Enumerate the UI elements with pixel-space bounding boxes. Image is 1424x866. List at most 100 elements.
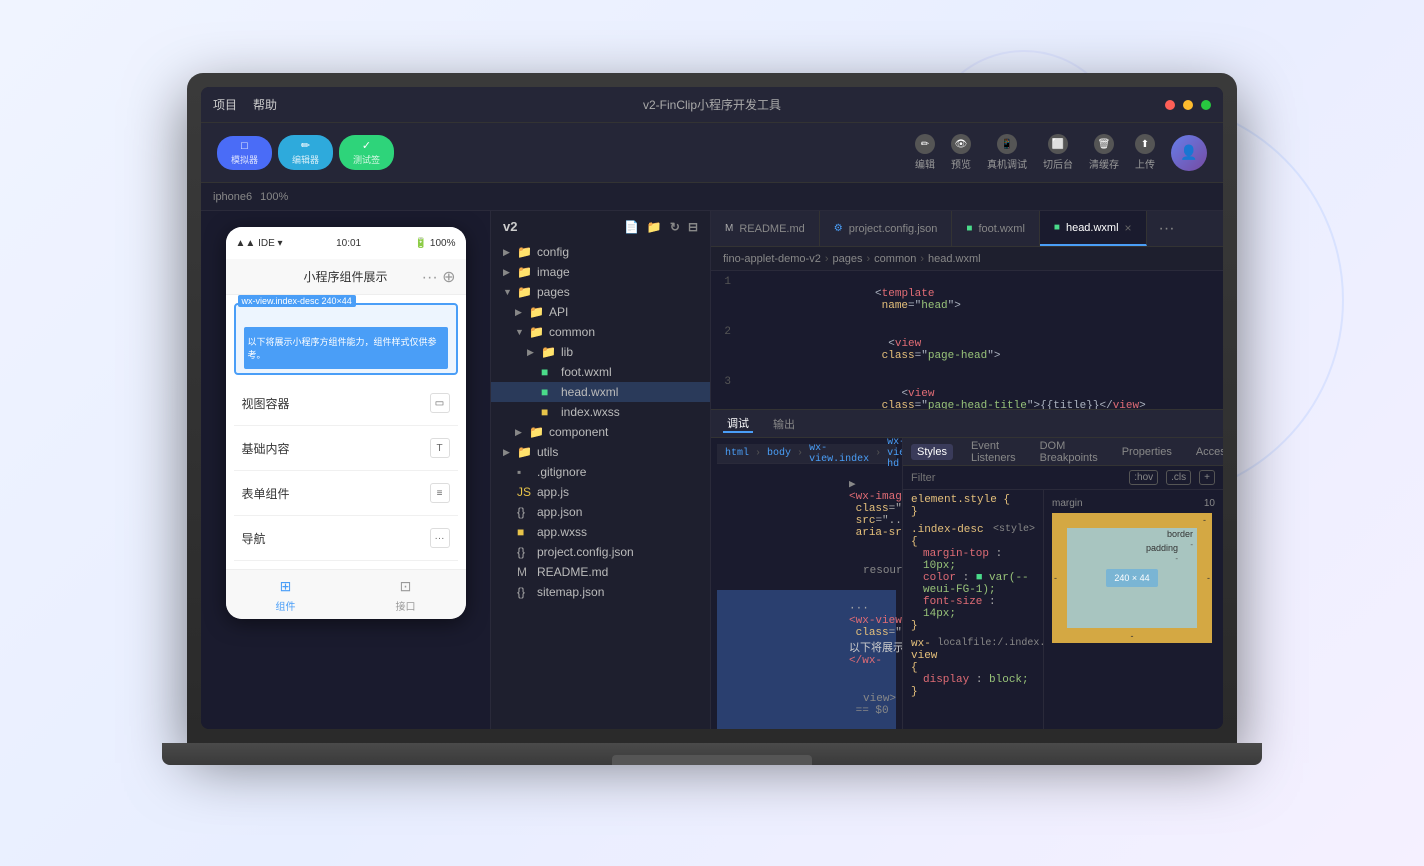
maximize-button[interactable]: [1201, 100, 1211, 110]
content-dimensions: 240 × 44: [1114, 573, 1149, 583]
index-desc-rule: .index-desc { <style> margin-top : 10px;: [911, 524, 1035, 632]
list-item-form: 表单组件 ≡: [234, 471, 458, 516]
main-content: ▲▲ IDE ▾ 10:01 🔋 100% 小程序组件展示 ··· ⊕: [201, 211, 1223, 729]
file-name-head-wxml: head.wxml: [561, 385, 618, 399]
menu-item-help[interactable]: 帮助: [253, 96, 277, 113]
filter-hov-badge[interactable]: :hov: [1129, 470, 1158, 485]
phone-tab-api[interactable]: ⊡ 接口: [396, 576, 416, 613]
list-item-icon-form: ≡: [430, 483, 450, 503]
folder-icon-pages: 📁: [517, 285, 533, 299]
dev-tab-output[interactable]: 输出: [769, 416, 799, 432]
minimize-button[interactable]: [1183, 100, 1193, 110]
tree-file-head-wxml[interactable]: ■ head.wxml: [491, 382, 710, 402]
file-icon-app-wxss: ■: [517, 525, 533, 539]
edit-action[interactable]: ✏ 编辑: [915, 134, 935, 171]
close-button[interactable]: [1165, 100, 1175, 110]
box-model-panel: margin 10 - - - -: [1043, 490, 1223, 729]
phone-tab-component[interactable]: ⊞ 组件: [276, 576, 296, 613]
user-avatar[interactable]: 👤: [1171, 135, 1207, 171]
preview-icon: 👁: [951, 134, 971, 154]
folder-icon-utils: 📁: [517, 445, 533, 459]
tab-foot-wxml[interactable]: ■ foot.wxml: [952, 211, 1040, 246]
phone-frame: ▲▲ IDE ▾ 10:01 🔋 100% 小程序组件展示 ··· ⊕: [226, 227, 466, 619]
folder-arrow-lib: ▶: [527, 347, 541, 358]
border-box: border - padding - 240 × 44: [1067, 528, 1197, 628]
filter-add-badge[interactable]: +: [1199, 470, 1215, 485]
phone-nav-dots[interactable]: ··· ⊕: [422, 267, 456, 287]
new-folder-icon[interactable]: 📁: [647, 220, 662, 234]
tree-folder-lib[interactable]: ▶ 📁 lib: [491, 342, 710, 362]
folder-icon-lib: 📁: [541, 345, 557, 359]
folder-arrow-image: ▶: [503, 267, 517, 278]
collapse-icon[interactable]: ⊟: [688, 220, 698, 234]
phone-time: 10:01: [336, 238, 361, 249]
simulator-button[interactable]: □ 模拟器: [217, 136, 272, 170]
phone-battery: 🔋 100%: [415, 238, 456, 249]
tree-file-foot-wxml[interactable]: ■ foot.wxml: [491, 362, 710, 382]
style-tab-event-listeners[interactable]: Event Listeners: [965, 438, 1022, 466]
tab-close-head-wxml[interactable]: ×: [1125, 221, 1132, 235]
editor-button[interactable]: ✏ 编辑器: [278, 135, 333, 170]
margin-bottom-label: -: [1131, 631, 1134, 641]
title-bar-left: 项目 帮助: [213, 96, 277, 113]
app-window: 项目 帮助 v2-FinClip小程序开发工具 □: [201, 87, 1223, 729]
upload-action[interactable]: ⬆ 上传: [1135, 134, 1155, 171]
tree-folder-config[interactable]: ▶ 📁 config: [491, 242, 710, 262]
style-tab-accessibility[interactable]: Accessibility: [1190, 444, 1223, 460]
refresh-icon[interactable]: ↻: [670, 220, 680, 234]
elem-crumb-wxview-index[interactable]: wx-view.index: [809, 443, 869, 465]
preview-action[interactable]: 👁 预览: [951, 134, 971, 171]
tree-file-project-config[interactable]: {} project.config.json: [491, 542, 710, 562]
toolbar-left: □ 模拟器 ✏ 编辑器 ✓ 测试签: [217, 135, 394, 170]
editor-label: 编辑器: [292, 153, 319, 166]
wx-view-rule: wx-view { localfile:/.index.css:2 displa…: [911, 638, 1035, 698]
html-line-2: ··· <wx-view class="index-desc"> 以下将展示小程…: [717, 590, 896, 680]
style-tab-dom-breakpoints[interactable]: DOM Breakpoints: [1034, 438, 1104, 466]
tree-file-app-js[interactable]: JS app.js: [491, 482, 710, 502]
menu-item-project[interactable]: 项目: [213, 96, 237, 113]
element-breadcrumb: html › body › wx-view.index › wx-view.in…: [717, 444, 896, 464]
list-item-icon-view: ▭: [430, 393, 450, 413]
file-icon-gitignore: ▪: [517, 465, 533, 479]
tree-folder-common[interactable]: ▼ 📁 common: [491, 322, 710, 342]
tree-folder-image[interactable]: ▶ 📁 image: [491, 262, 710, 282]
tree-file-gitignore[interactable]: ▪ .gitignore: [491, 462, 710, 482]
file-tree-header: v2 📄 📁 ↻ ⊟: [491, 211, 710, 242]
breadcrumb-common: common: [874, 253, 916, 265]
tree-file-readme[interactable]: M README.md: [491, 562, 710, 582]
border-label: border: [1167, 529, 1193, 539]
tree-folder-component[interactable]: ▶ 📁 component: [491, 422, 710, 442]
elem-crumb-html[interactable]: html: [725, 448, 749, 459]
style-tab-styles[interactable]: Styles: [911, 444, 953, 460]
tree-file-app-wxss[interactable]: ■ app.wxss: [491, 522, 710, 542]
test-button[interactable]: ✓ 测试签: [339, 135, 394, 170]
file-name-foot-wxml: foot.wxml: [561, 365, 612, 379]
editor-icon: ✏: [301, 139, 310, 152]
dev-tab-debug[interactable]: 调试: [723, 415, 753, 433]
clear-cache-action[interactable]: 🗑 清缓存: [1089, 134, 1119, 171]
filter-cls-badge[interactable]: .cls: [1166, 470, 1191, 485]
elem-crumb-body[interactable]: body: [767, 448, 791, 459]
tree-folder-utils[interactable]: ▶ 📁 utils: [491, 442, 710, 462]
elem-crumb-wxview-hd[interactable]: wx-view.index-hd: [887, 438, 903, 470]
file-name-app-wxss: app.wxss: [537, 525, 587, 539]
tab-readme[interactable]: M README.md: [711, 211, 820, 246]
tree-file-sitemap[interactable]: {} sitemap.json: [491, 582, 710, 602]
background-action[interactable]: ⬜ 切后台: [1043, 134, 1073, 171]
tab-project-config[interactable]: ⚙ project.config.json: [820, 211, 953, 246]
new-file-icon[interactable]: 📄: [624, 220, 639, 234]
api-tab-icon: ⊡: [396, 576, 416, 596]
code-editor[interactable]: 1 <template name="head"> 2 <: [711, 271, 1223, 409]
tree-file-index-wxss[interactable]: ■ index.wxss: [491, 402, 710, 422]
tab-more-button[interactable]: ···: [1147, 211, 1187, 246]
simulator-icon: □: [241, 140, 248, 152]
style-filter-input[interactable]: [911, 472, 1121, 484]
list-item-nav: 导航 ···: [234, 516, 458, 561]
tree-folder-pages[interactable]: ▼ 📁 pages: [491, 282, 710, 302]
style-tab-properties[interactable]: Properties: [1116, 444, 1178, 460]
tree-folder-api[interactable]: ▶ 📁 API: [491, 302, 710, 322]
device-debug-action[interactable]: 📱 真机调试: [987, 134, 1027, 171]
tab-head-wxml[interactable]: ■ head.wxml ×: [1040, 211, 1147, 246]
tree-file-app-json[interactable]: {} app.json: [491, 502, 710, 522]
background-icon: ⬜: [1048, 134, 1068, 154]
